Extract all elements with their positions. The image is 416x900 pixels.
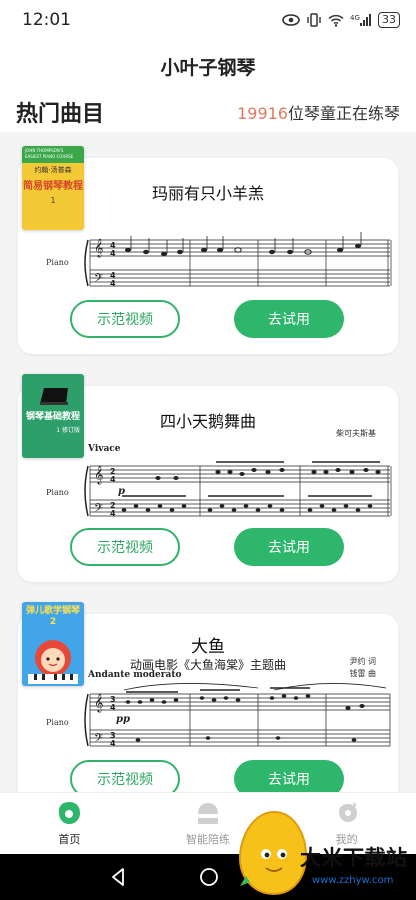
- credits: 尹约 词 钱雷 曲: [349, 656, 376, 680]
- cover-number: 1: [50, 196, 56, 205]
- signal-icon: 4G: [350, 14, 371, 26]
- back-icon[interactable]: [108, 866, 128, 888]
- sheet-music: 𝄞 𝄢 3 4 3 4 pp: [84, 683, 391, 748]
- cartoon-illustration: [28, 640, 78, 684]
- svg-text:4G: 4G: [350, 14, 360, 22]
- tab-home[interactable]: 首页: [0, 793, 139, 854]
- svg-text:4: 4: [110, 475, 116, 484]
- cover-number: 1: [56, 427, 61, 434]
- svg-text:4: 4: [110, 703, 116, 712]
- watermark-text: 大米下载站: [300, 846, 408, 870]
- svg-text:𝄢: 𝄢: [94, 732, 103, 748]
- svg-text:4: 4: [110, 279, 116, 288]
- battery-indicator: 33: [378, 12, 400, 28]
- status-bar: 12:01 4G 33: [0, 0, 416, 40]
- tempo-marking: Vivace: [88, 444, 121, 454]
- book-cover[interactable]: 弹儿歌学钢琴2: [22, 602, 84, 686]
- section-title: 热门曲目: [16, 102, 105, 127]
- svg-text:𝄞: 𝄞: [94, 693, 103, 713]
- cover-title: 弹儿歌学钢琴2: [26, 606, 81, 627]
- svg-text:𝄞: 𝄞: [94, 238, 103, 258]
- svg-text:𝄞: 𝄞: [94, 465, 103, 485]
- try-button[interactable]: 去试用: [234, 300, 344, 338]
- cover-banner: JOHN THOMPSON'S EASIEST PIANO COURSE: [22, 146, 84, 163]
- practice-count-number: 19916: [237, 104, 288, 123]
- instrument-label: Piano: [46, 258, 69, 267]
- status-time: 12:01: [22, 10, 71, 30]
- cover-author: 约翰·汤普森: [34, 166, 72, 174]
- demo-video-button[interactable]: 示范视频: [70, 300, 180, 338]
- wifi-icon: [328, 14, 344, 27]
- sheet-music: 𝄞 𝄢 2 4 2 4 p: [84, 461, 392, 518]
- cover-edition: 1 修订版: [22, 425, 84, 434]
- svg-text:pp: pp: [116, 714, 130, 725]
- svg-text:𝄢: 𝄢: [94, 272, 103, 288]
- tab-label: 智能陪练: [186, 833, 230, 846]
- lyricist-label: 尹约 词: [349, 657, 376, 666]
- svg-text:4: 4: [110, 509, 116, 518]
- cover-title: 简易钢琴教程: [23, 181, 83, 192]
- sheet-music: 𝄞 𝄢 4 4 4 4: [84, 232, 392, 288]
- status-icons: 4G 33: [282, 12, 400, 28]
- eye-icon: [282, 14, 300, 26]
- watermark-url: www.zzhyw.com: [312, 875, 394, 886]
- svg-text:𝄢: 𝄢: [94, 502, 103, 518]
- svg-text:4: 4: [110, 249, 116, 258]
- section-header: 热门曲目 19916位琴童正在练琴: [0, 92, 416, 132]
- cover-title: 钢琴基础教程: [25, 412, 80, 422]
- book-cover[interactable]: 钢琴基础教程 1 修订版: [22, 374, 84, 458]
- composer-label: 钱雷 曲: [349, 669, 376, 678]
- svg-text:4: 4: [110, 739, 116, 748]
- tempo-marking: Andante moderato: [88, 670, 182, 680]
- piano-illustration: [40, 388, 68, 405]
- demo-video-button[interactable]: 示范视频: [70, 528, 180, 566]
- app-title: 小叶子钢琴: [160, 56, 256, 79]
- vibrate-icon: [307, 13, 321, 27]
- app-bar: 小叶子钢琴: [0, 40, 416, 92]
- home-icon: [59, 802, 81, 824]
- try-button[interactable]: 去试用: [234, 528, 344, 566]
- home-nav-icon[interactable]: [198, 866, 220, 888]
- instrument-label: Piano: [46, 488, 69, 497]
- practice-count: 19916位琴童正在练琴: [237, 100, 400, 124]
- composer-label: 柴可夫斯基: [336, 429, 376, 438]
- practice-icon: [197, 803, 219, 824]
- practice-count-suffix: 位琴童正在练琴: [287, 104, 400, 123]
- cover-edition-label: 修订版: [61, 427, 80, 434]
- book-cover[interactable]: JOHN THOMPSON'S EASIEST PIANO COURSE 约翰·…: [22, 146, 84, 230]
- tab-label: 首页: [58, 833, 81, 846]
- instrument-label: Piano: [46, 718, 69, 727]
